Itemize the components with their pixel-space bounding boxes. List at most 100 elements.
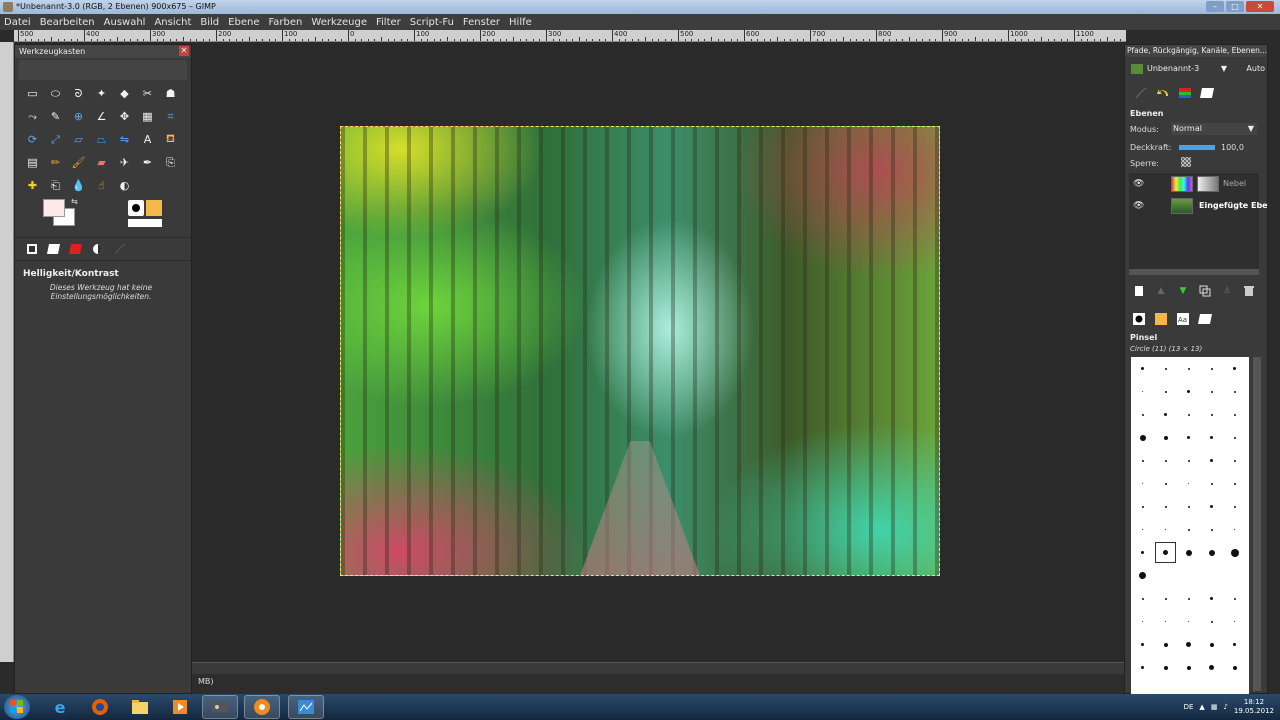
anchor-layer-icon[interactable]: ⚓ (1221, 285, 1233, 297)
fonts-tab-icon[interactable]: Aa (1175, 311, 1191, 327)
raise-layer-icon[interactable]: ▲ (1155, 285, 1167, 297)
tool-options-tab-icon[interactable] (23, 242, 41, 256)
brush-item[interactable] (1223, 357, 1246, 380)
lower-layer-icon[interactable]: ▼ (1177, 285, 1189, 297)
text-icon[interactable]: A (136, 128, 159, 151)
brush-item[interactable] (1131, 610, 1154, 633)
layers-tab-icon[interactable] (1199, 85, 1215, 101)
brush-item[interactable] (1223, 633, 1246, 656)
rotate-icon[interactable]: ⟳ (21, 128, 44, 151)
brush-item[interactable] (1131, 449, 1154, 472)
image-selector[interactable]: Unbenannt-3 ▼ (1129, 61, 1251, 77)
brush-item[interactable] (1154, 403, 1177, 426)
eraser-icon[interactable]: ▰ (90, 151, 113, 174)
layer-list-scrollbar[interactable] (1129, 269, 1259, 275)
menu-bild[interactable]: Bild (200, 17, 219, 28)
media-player-icon[interactable] (162, 695, 198, 719)
color-select-icon[interactable]: ◆ (113, 82, 136, 105)
brush-item[interactable] (1154, 357, 1177, 380)
menu-ansicht[interactable]: Ansicht (154, 17, 191, 28)
maximize-button[interactable]: □ (1226, 1, 1244, 12)
brushes-tab-icon[interactable] (1131, 311, 1147, 327)
menu-auswahl[interactable]: Auswahl (104, 17, 146, 28)
brush-item[interactable] (1223, 403, 1246, 426)
brush-item[interactable] (1177, 357, 1200, 380)
paths-icon[interactable]: ⤳ (21, 105, 44, 128)
brush-item[interactable] (1200, 610, 1223, 633)
duplicate-layer-icon[interactable] (1199, 285, 1211, 297)
brush-item[interactable] (1177, 610, 1200, 633)
taskmgr-icon[interactable] (288, 695, 324, 719)
flip-icon[interactable]: ⇋ (113, 128, 136, 151)
brush-item[interactable] (1131, 495, 1154, 518)
brush-item[interactable] (1223, 449, 1246, 472)
active-gradient-preview[interactable] (128, 219, 162, 227)
brush-item[interactable] (1223, 380, 1246, 403)
horizontal-ruler[interactable]: 500 400 300 200 100 0 100 200 300 400 500 600 700 800… (14, 30, 1126, 42)
heal-icon[interactable]: ✚ (21, 174, 44, 197)
brush-item[interactable] (1200, 472, 1223, 495)
brush-item[interactable] (1131, 518, 1154, 541)
brush-item[interactable] (1131, 472, 1154, 495)
brush-item[interactable] (1200, 357, 1223, 380)
undo-tab-icon[interactable] (89, 242, 107, 256)
layer-row-eingefuegte-ebene[interactable]: 👁 Eingefügte Ebe (1129, 195, 1268, 217)
pencil-icon[interactable]: ✏ (44, 151, 67, 174)
ellipse-select-icon[interactable]: ⬭ (44, 82, 67, 105)
image-canvas[interactable] (340, 126, 940, 576)
patterns-tab-icon[interactable] (1153, 311, 1169, 327)
brush-item[interactable] (1177, 656, 1200, 679)
rect-select-icon[interactable]: ▭ (21, 82, 44, 105)
menu-filter[interactable]: Filter (376, 17, 401, 28)
brush-item[interactable] (1200, 449, 1223, 472)
firefox-icon[interactable] (82, 695, 118, 719)
volume-icon[interactable]: ♪ (1223, 703, 1227, 711)
active-pattern-preview[interactable] (146, 200, 162, 216)
brush-grid-scrollbar[interactable] (1253, 357, 1261, 691)
network-icon[interactable]: ▦ (1211, 703, 1218, 711)
measure-icon[interactable]: ∠ (90, 105, 113, 128)
lasso-icon[interactable]: ᘐ (67, 82, 90, 105)
brush-item[interactable] (1223, 610, 1246, 633)
brush-item[interactable] (1200, 403, 1223, 426)
palettes-tab-icon[interactable] (67, 242, 85, 256)
documents-tab-icon[interactable] (1197, 311, 1213, 327)
paintbrush-icon[interactable]: 🖌 (67, 151, 90, 174)
blur-icon[interactable]: 💧 (67, 174, 90, 197)
channels-tab-icon[interactable] (1177, 85, 1193, 101)
menu-datei[interactable]: Datei (4, 17, 31, 28)
menu-hilfe[interactable]: Hilfe (509, 17, 532, 28)
lock-alpha-toggle[interactable] (1181, 157, 1191, 167)
brush-item[interactable] (1154, 541, 1177, 564)
fuzzy-select-icon[interactable]: ✦ (90, 82, 113, 105)
brush-item[interactable] (1177, 472, 1200, 495)
brush-item[interactable] (1154, 633, 1177, 656)
brush-item[interactable] (1200, 495, 1223, 518)
brush-item[interactable] (1154, 472, 1177, 495)
brush-item[interactable] (1177, 403, 1200, 426)
paths-tab-icon[interactable] (1133, 85, 1149, 101)
layer-row-nebel[interactable]: 👁 Nebel (1129, 173, 1259, 195)
scissors-icon[interactable]: ✂ (136, 82, 159, 105)
brush-item[interactable] (1154, 426, 1177, 449)
brush-item[interactable] (1131, 564, 1154, 587)
document-tab-icon[interactable] (45, 242, 63, 256)
brush-item[interactable] (1154, 495, 1177, 518)
eye-icon[interactable]: 👁 (1133, 173, 1144, 195)
paint-icon[interactable] (244, 695, 280, 719)
brush-item[interactable] (1131, 656, 1154, 679)
menu-bearbeiten[interactable]: Bearbeiten (40, 17, 95, 28)
menu-ebene[interactable]: Ebene (228, 17, 259, 28)
align-icon[interactable]: ▦ (136, 105, 159, 128)
brush-item[interactable] (1200, 541, 1223, 564)
shear-icon[interactable]: ▱ (67, 128, 90, 151)
brush-item[interactable] (1200, 587, 1223, 610)
brush-item[interactable] (1223, 656, 1246, 679)
brush-item[interactable] (1200, 633, 1223, 656)
foreground-select-icon[interactable]: ☗ (159, 82, 182, 105)
ie-icon[interactable]: e (42, 695, 78, 719)
brush-item[interactable] (1223, 472, 1246, 495)
ink-icon[interactable]: ✒ (136, 151, 159, 174)
brush-item[interactable] (1223, 587, 1246, 610)
brush-item[interactable] (1131, 426, 1154, 449)
